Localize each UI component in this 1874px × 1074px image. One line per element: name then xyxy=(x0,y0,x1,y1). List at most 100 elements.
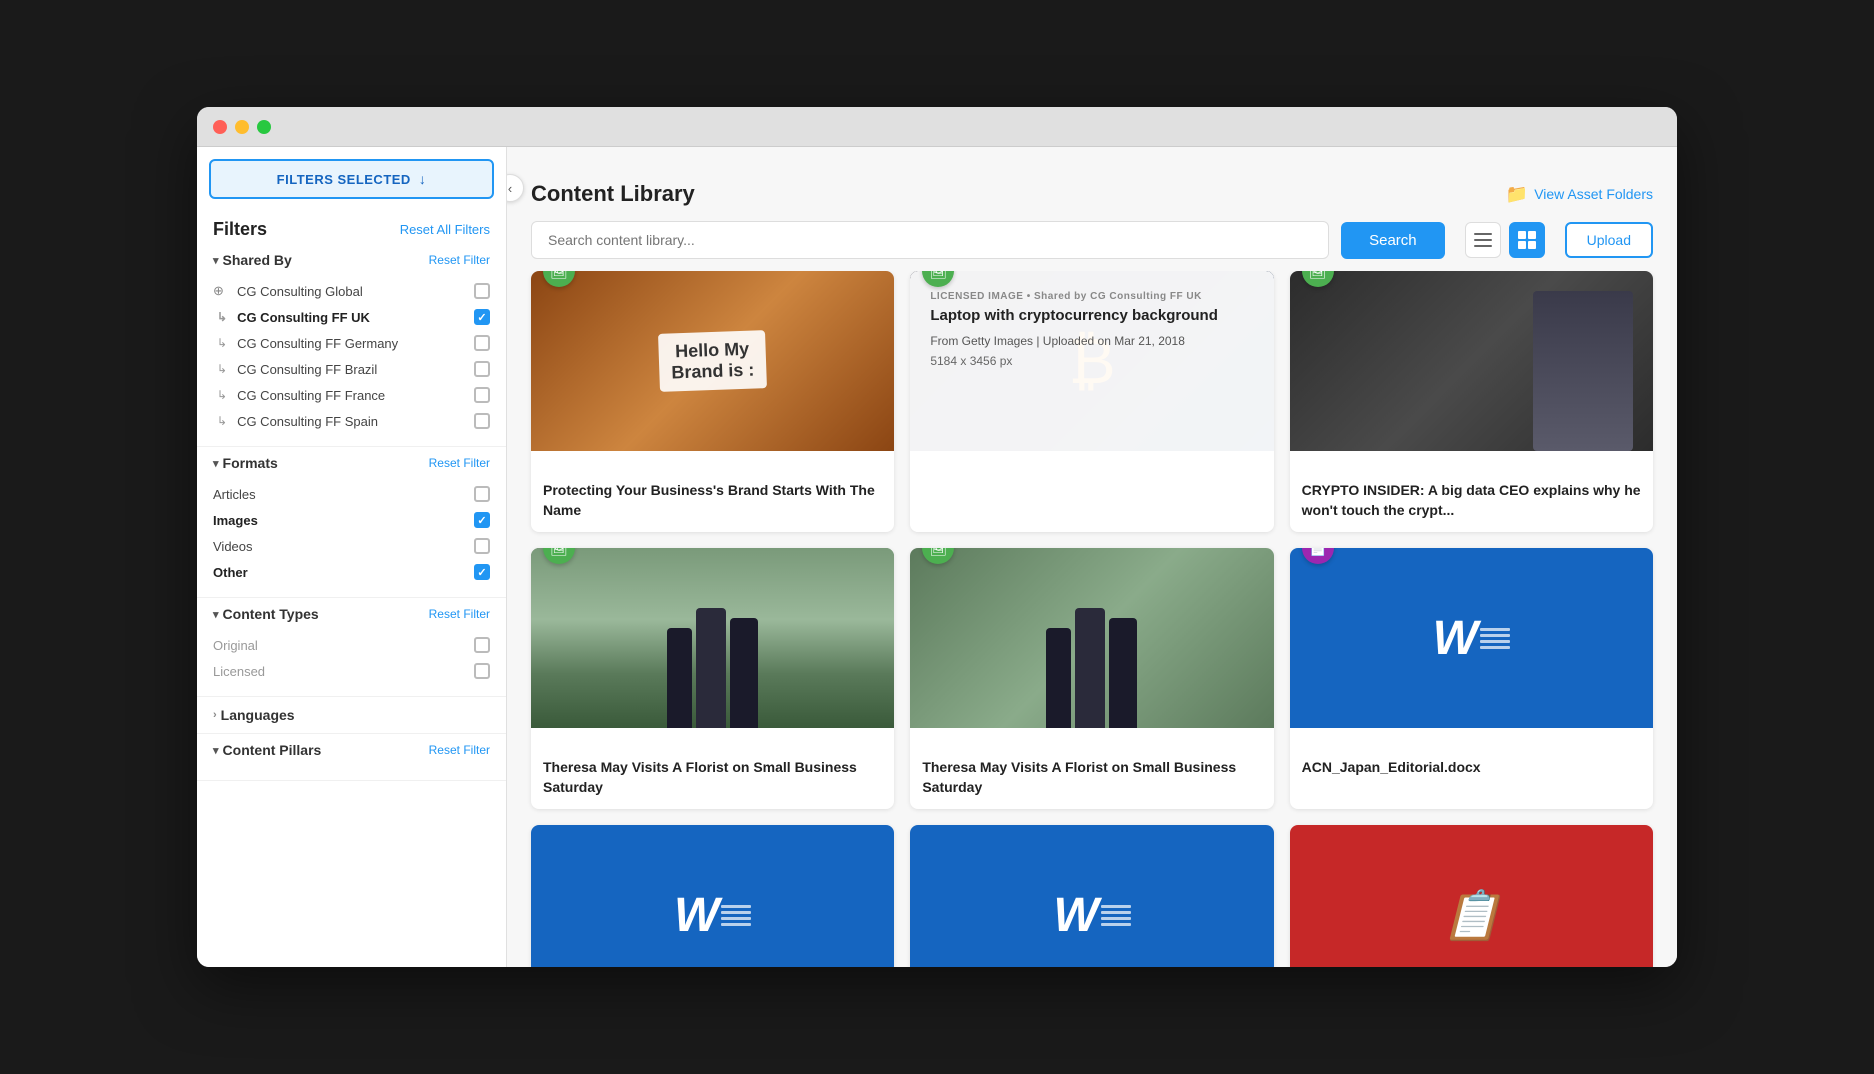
minimize-button[interactable] xyxy=(235,120,249,134)
view-asset-folders-button[interactable]: 📁 View Asset Folders xyxy=(1506,184,1653,205)
filter-item-videos: Videos xyxy=(213,533,490,559)
languages-chevron: › xyxy=(213,709,217,721)
languages-header[interactable]: › Languages xyxy=(213,707,490,723)
page-title: Content Library xyxy=(531,181,695,207)
filter-item-cg-ff-brazil: ↳ CG Consulting FF Brazil xyxy=(213,356,490,382)
card-red-doc-image: 📋 xyxy=(1290,825,1653,967)
word-doc-3-icon: W xyxy=(1053,888,1130,943)
content-pillars-title: ▾ Content Pillars xyxy=(213,742,321,758)
fullscreen-button[interactable] xyxy=(257,120,271,134)
checkbox-licensed[interactable] xyxy=(474,663,490,679)
formats-chevron: ▾ xyxy=(213,457,219,470)
card-red-doc[interactable]: 📋 xyxy=(1290,825,1653,967)
content-types-chevron: ▾ xyxy=(213,608,219,621)
card-bitcoin-hover-overlay: LICENSED IMAGE • Shared by CG Consulting… xyxy=(910,271,1273,532)
content-types-header[interactable]: ▾ Content Types Reset Filter xyxy=(213,606,490,622)
arrow-down-icon: ↓ xyxy=(419,171,427,187)
content-pillars-header[interactable]: ▾ Content Pillars Reset Filter xyxy=(213,742,490,758)
filter-item-cg-ff-france: ↳ CG Consulting FF France xyxy=(213,382,490,408)
filter-item-cg-ff-spain-label: ↳ CG Consulting FF Spain xyxy=(213,414,378,429)
filters-selected-label: FILTERS SELECTED xyxy=(277,172,411,187)
filters-selected-bar[interactable]: FILTERS SELECTED ↓ xyxy=(209,159,494,199)
search-button[interactable]: Search xyxy=(1341,222,1445,259)
checkbox-cg-global[interactable] xyxy=(474,283,490,299)
filter-item-cg-ff-france-label: ↳ CG Consulting FF France xyxy=(213,388,385,403)
card-theresa-may-1-title: Theresa May Visits A Florist on Small Bu… xyxy=(543,758,882,797)
card-theresa-may-2-title: Theresa May Visits A Florist on Small Bu… xyxy=(922,758,1261,797)
filters-title-row: Filters Reset All Filters xyxy=(197,211,506,244)
filter-item-original: Original xyxy=(213,632,490,658)
sidebar: FILTERS SELECTED ↓ Filters Reset All Fil… xyxy=(197,147,507,967)
list-view-button[interactable] xyxy=(1465,222,1501,258)
languages-title: › Languages xyxy=(213,707,295,723)
filter-item-other-label: Other xyxy=(213,565,248,580)
filter-item-licensed: Licensed xyxy=(213,658,490,684)
close-button[interactable] xyxy=(213,120,227,134)
formats-section: ▾ Formats Reset Filter Articles Images xyxy=(197,447,506,598)
filter-item-cg-ff-germany: ↳ CG Consulting FF Germany xyxy=(213,330,490,356)
collapse-sidebar-button[interactable]: ‹ xyxy=(507,174,524,202)
shared-by-header[interactable]: ▾ Shared By Reset Filter xyxy=(213,252,490,268)
content-pillars-chevron: ▾ xyxy=(213,744,219,757)
card-word-doc-3-image: W xyxy=(910,825,1273,967)
card-word-doc-2[interactable]: W xyxy=(531,825,894,967)
card-acn-japan[interactable]: W 📄 ACN_Japan_Editoria xyxy=(1290,548,1653,809)
card-acn-japan-title: ACN_Japan_Editorial.docx xyxy=(1302,758,1641,778)
checkbox-cg-ff-brazil[interactable] xyxy=(474,361,490,377)
mac-window: FILTERS SELECTED ↓ Filters Reset All Fil… xyxy=(197,107,1677,967)
filter-item-original-label: Original xyxy=(213,638,258,653)
filter-item-licensed-label: Licensed xyxy=(213,664,265,679)
filter-item-cg-ff-uk-label: ↳ CG Consulting FF UK xyxy=(213,310,370,325)
card-theresa-may-2[interactable]: 🖼 Theresa May Visits A Florist on Small … xyxy=(910,548,1273,809)
filter-item-other: Other xyxy=(213,559,490,585)
card-brand-image: Hello MyBrand is : xyxy=(531,271,894,451)
filter-item-articles: Articles xyxy=(213,481,490,507)
shared-by-reset-link[interactable]: Reset Filter xyxy=(429,253,490,267)
checkbox-original[interactable] xyxy=(474,637,490,653)
checkbox-cg-ff-uk[interactable] xyxy=(474,309,490,325)
checkbox-videos[interactable] xyxy=(474,538,490,554)
filter-item-cg-global-label: ⊕ CG Consulting Global xyxy=(213,283,363,299)
card-crypto-insider[interactable]: 🖼 CRYPTO INSIDER: A big data CEO explain… xyxy=(1290,271,1653,532)
checkbox-articles[interactable] xyxy=(474,486,490,502)
checkbox-cg-ff-germany[interactable] xyxy=(474,335,490,351)
filter-item-cg-ff-brazil-label: ↳ CG Consulting FF Brazil xyxy=(213,362,377,377)
card-bitcoin-tag: LICENSED IMAGE • Shared by CG Consulting… xyxy=(930,291,1253,302)
card-crypto-insider-image xyxy=(1290,271,1653,451)
checkbox-cg-ff-france[interactable] xyxy=(474,387,490,403)
checkbox-images[interactable] xyxy=(474,512,490,528)
main-header: ‹ Content Library 📁 View Asset Folders S… xyxy=(507,147,1677,271)
card-acn-japan-image: W xyxy=(1290,548,1653,728)
formats-reset-link[interactable]: Reset Filter xyxy=(429,456,490,470)
card-brand[interactable]: Hello MyBrand is : 🖼 Protecting Your Bus… xyxy=(531,271,894,532)
shared-by-section: ▾ Shared By Reset Filter ⊕ CG Consulting… xyxy=(197,244,506,447)
window-body: FILTERS SELECTED ↓ Filters Reset All Fil… xyxy=(197,147,1677,967)
grid-view-button[interactable] xyxy=(1509,222,1545,258)
content-pillars-section: ▾ Content Pillars Reset Filter xyxy=(197,734,506,781)
upload-button[interactable]: Upload xyxy=(1565,222,1653,258)
word-doc-icon: W xyxy=(1433,611,1510,666)
content-types-reset-link[interactable]: Reset Filter xyxy=(429,607,490,621)
card-brand-title: Protecting Your Business's Brand Starts … xyxy=(543,481,882,520)
card-theresa-may-1[interactable]: 🖼 Theresa May Visits A Florist on Small … xyxy=(531,548,894,809)
card-word-doc-3[interactable]: W xyxy=(910,825,1273,967)
content-types-section: ▾ Content Types Reset Filter Original Li… xyxy=(197,598,506,697)
card-crypto-insider-title: CRYPTO INSIDER: A big data CEO explains … xyxy=(1302,481,1641,520)
filter-item-cg-ff-spain: ↳ CG Consulting FF Spain xyxy=(213,408,490,434)
shared-by-chevron: ▾ xyxy=(213,254,219,267)
search-input[interactable] xyxy=(531,221,1329,259)
card-bitcoin-hover-title: Laptop with cryptocurrency background xyxy=(930,306,1253,326)
card-acn-japan-body: ACN_Japan_Editorial.docx xyxy=(1290,728,1653,790)
content-pillars-reset-link[interactable]: Reset Filter xyxy=(429,743,490,757)
shared-by-title: ▾ Shared By xyxy=(213,252,292,268)
checkbox-other[interactable] xyxy=(474,564,490,580)
filters-title: Filters xyxy=(213,219,267,240)
title-bar xyxy=(197,107,1677,147)
word-doc-2-icon: W xyxy=(674,888,751,943)
card-word-doc-2-image: W xyxy=(531,825,894,967)
card-bitcoin[interactable]: ₿ 🖼 LICENSED IMAGE • Shared by CG Consul… xyxy=(910,271,1273,532)
checkbox-cg-ff-spain[interactable] xyxy=(474,413,490,429)
content-types-title: ▾ Content Types xyxy=(213,606,319,622)
formats-header[interactable]: ▾ Formats Reset Filter xyxy=(213,455,490,471)
reset-all-filters-link[interactable]: Reset All Filters xyxy=(400,222,490,237)
